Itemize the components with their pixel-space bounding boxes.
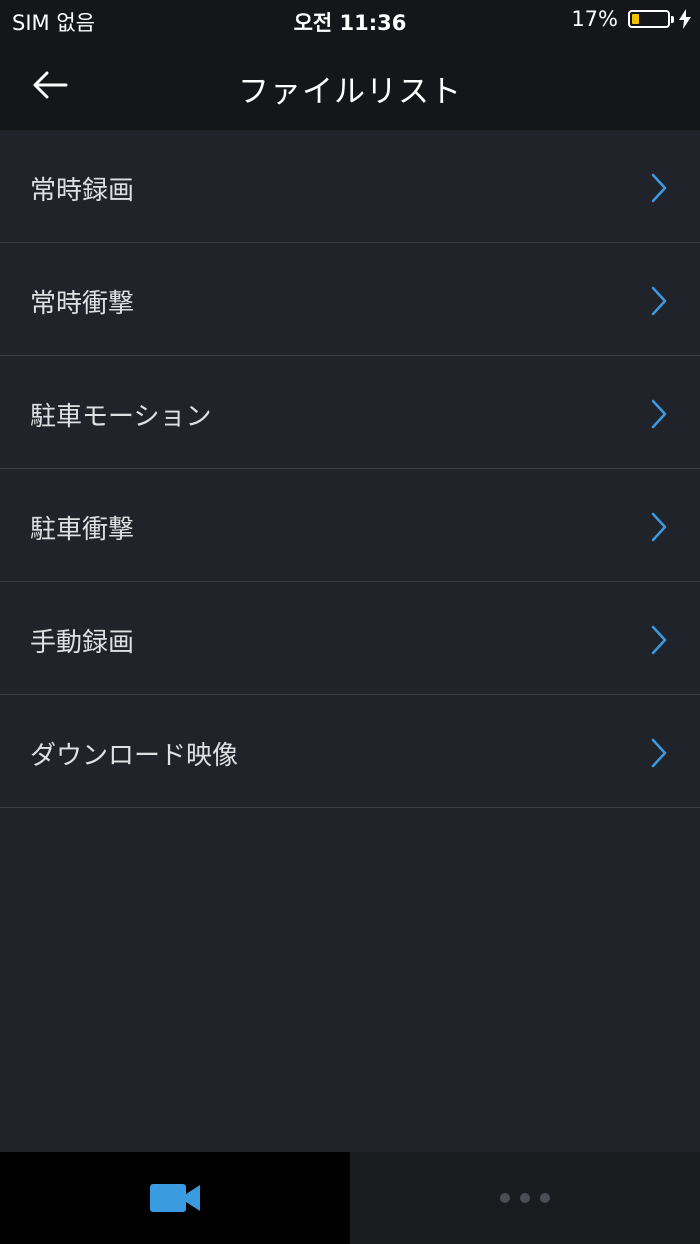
list-item-parking-impact[interactable]: 駐車衝撃 bbox=[0, 469, 700, 582]
chevron-right-icon bbox=[651, 399, 667, 429]
chevron-right-icon bbox=[651, 286, 667, 316]
list-item-continuous-impact[interactable]: 常時衝撃 bbox=[0, 243, 700, 356]
charging-bolt-icon bbox=[679, 9, 691, 29]
chevron-right-icon bbox=[651, 173, 667, 203]
video-camera-icon bbox=[150, 1184, 200, 1212]
tab-bar bbox=[0, 1152, 700, 1244]
status-bar: SIM 없음 오전 11:36 17% bbox=[0, 0, 700, 40]
list-item-downloaded-videos[interactable]: ダウンロード映像 bbox=[0, 695, 700, 808]
more-dots-icon bbox=[500, 1193, 550, 1203]
file-category-list: 常時録画 常時衝撃 駐車モーション 駐車衝撃 手動録画 ダウンロード映像 bbox=[0, 130, 700, 808]
list-item-label: 手動録画 bbox=[30, 628, 135, 658]
list-item-continuous-recording[interactable]: 常時録画 bbox=[0, 130, 700, 243]
list-item-label: 常時衝撃 bbox=[30, 289, 135, 319]
list-item-label: 常時録画 bbox=[30, 176, 135, 206]
list-item-manual-recording[interactable]: 手動録画 bbox=[0, 582, 700, 695]
chevron-right-icon bbox=[651, 512, 667, 542]
page-title: ファイルリスト bbox=[238, 74, 462, 110]
tab-more[interactable] bbox=[350, 1152, 700, 1244]
battery-percent: 17% bbox=[571, 7, 618, 31]
list-item-label: ダウンロード映像 bbox=[30, 741, 239, 771]
battery-icon bbox=[628, 10, 674, 28]
chevron-right-icon bbox=[651, 738, 667, 768]
list-item-parking-motion[interactable]: 駐車モーション bbox=[0, 356, 700, 469]
chevron-right-icon bbox=[651, 625, 667, 655]
tab-video[interactable] bbox=[0, 1152, 350, 1244]
list-item-label: 駐車モーション bbox=[30, 402, 212, 432]
navigation-bar: ファイルリスト bbox=[0, 40, 700, 130]
list-item-label: 駐車衝撃 bbox=[30, 515, 135, 545]
